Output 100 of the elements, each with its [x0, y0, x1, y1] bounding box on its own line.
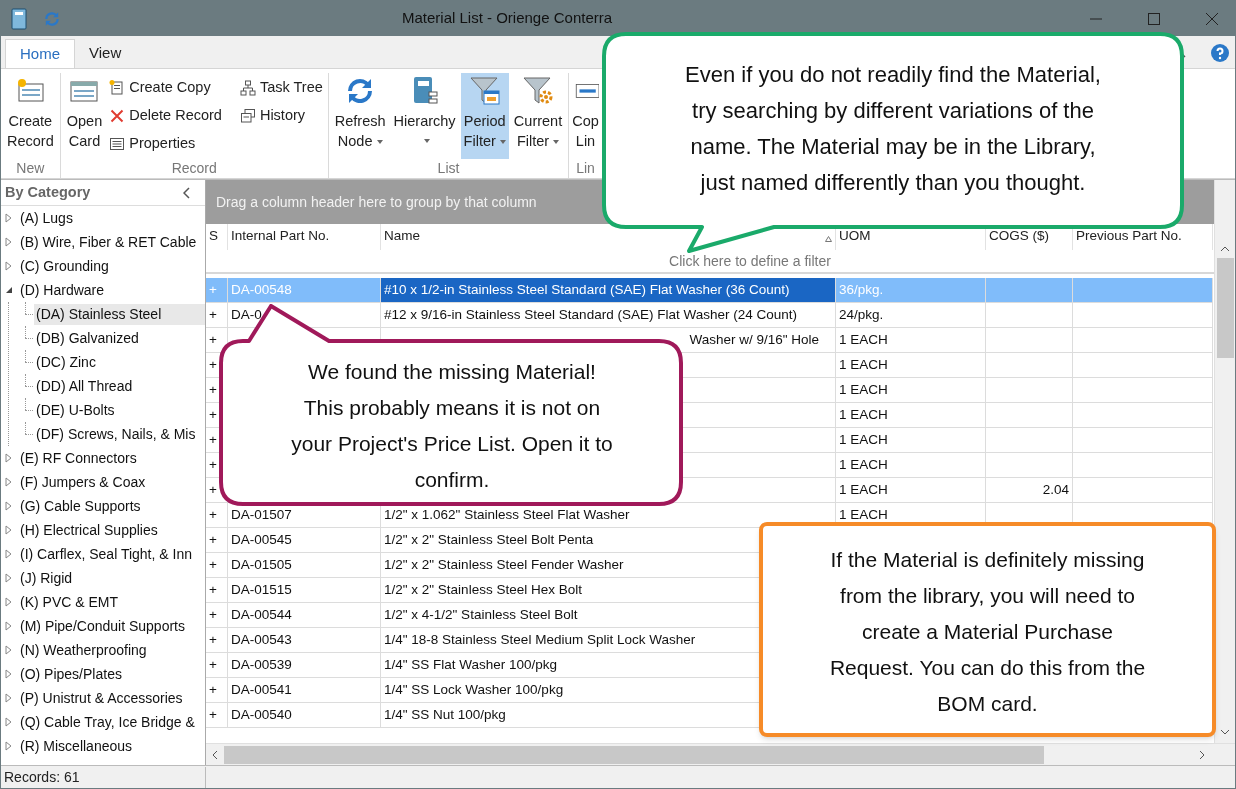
tree-item[interactable]: (K) PVC & EMT: [20, 591, 118, 613]
collapsed-icon[interactable]: [5, 525, 13, 535]
tree-item[interactable]: (J) Rigid: [20, 567, 73, 589]
collapsed-icon[interactable]: [5, 261, 13, 271]
table-cell: DA-00543: [228, 628, 381, 653]
group-label: Lin: [576, 159, 595, 177]
filter-hint[interactable]: Click here to define a filter: [669, 250, 831, 272]
collapsed-icon[interactable]: [5, 645, 13, 655]
collapsed-icon[interactable]: [5, 621, 13, 631]
tree-item[interactable]: (A) Lugs: [20, 207, 73, 229]
ribbon-button[interactable]: Open Card: [63, 73, 106, 159]
tree-item[interactable]: (DB) Galvanized: [34, 327, 205, 349]
maximize-icon[interactable]: [1148, 12, 1160, 25]
tree-item[interactable]: (DD) All Thread: [34, 375, 205, 397]
ribbon-button[interactable]: Refresh Node: [331, 73, 389, 159]
table-cell: 36/pkg.: [836, 278, 986, 303]
table-cell: 1 EACH: [836, 403, 986, 428]
column-header[interactable]: Name: [384, 225, 420, 246]
collapsed-icon[interactable]: [5, 453, 13, 463]
close-icon[interactable]: [1206, 12, 1218, 25]
tree-item[interactable]: (DA) Stainless Steel: [34, 303, 205, 325]
collapsed-icon[interactable]: [5, 597, 13, 607]
ribbon-button[interactable]: Properties: [107, 131, 224, 157]
scrollbar-thumb[interactable]: [1216, 258, 1234, 358]
collapsed-icon[interactable]: [5, 501, 13, 511]
table-cell: DA-00541: [228, 678, 381, 703]
tree-item[interactable]: (I) Carflex, Seal Tight, & Inn: [20, 543, 192, 565]
delete-icon: [109, 108, 126, 124]
tree-item[interactable]: (DF) Screws, Nails, & Mis: [34, 423, 205, 445]
ribbon-button[interactable]: Create Copy: [107, 75, 224, 101]
expand-button[interactable]: +: [209, 629, 217, 651]
collapsed-icon[interactable]: [5, 693, 13, 703]
collapsed-icon[interactable]: [5, 717, 13, 727]
ribbon-button[interactable]: Hierarchy: [390, 73, 459, 159]
expand-button[interactable]: +: [209, 329, 217, 351]
expand-button[interactable]: +: [209, 654, 217, 676]
ribbon-button[interactable]: Cop Lin: [572, 73, 599, 159]
ribbon-button[interactable]: Current Filter: [510, 73, 566, 159]
group-label: New: [16, 159, 45, 177]
column-header[interactable]: Previous Part No.: [1076, 225, 1182, 246]
history-icon: [239, 108, 256, 124]
tree-item[interactable]: (DE) U-Bolts: [34, 399, 205, 421]
table-cell: 1 EACH: [836, 453, 986, 478]
tree-item[interactable]: (DC) Zinc: [34, 351, 205, 373]
expand-button[interactable]: +: [209, 304, 217, 326]
collapsed-icon[interactable]: [5, 549, 13, 559]
ribbon-button[interactable]: History: [237, 103, 325, 129]
filter-calendar-icon: [468, 75, 501, 107]
vertical-scrollbar[interactable]: [1214, 180, 1235, 743]
group-label: Record: [171, 159, 217, 177]
tree-item[interactable]: (H) Electrical Supplies: [20, 519, 158, 541]
column-header[interactable]: UOM: [839, 225, 871, 246]
collapsed-icon[interactable]: [5, 573, 13, 583]
tree-item[interactable]: (R) Miscellaneous: [20, 735, 133, 757]
tree-item[interactable]: (B) Wire, Fiber & RET Cable: [20, 231, 197, 253]
status-text: Records: 61: [1, 766, 206, 788]
collapsed-icon[interactable]: [5, 213, 13, 223]
horizontal-scrollbar[interactable]: [206, 743, 1235, 765]
expand-button[interactable]: +: [209, 479, 217, 501]
collapse-icon[interactable]: [183, 186, 191, 199]
ribbon-button[interactable]: Task Tree: [237, 75, 325, 101]
expand-button[interactable]: +: [209, 579, 217, 601]
expand-button[interactable]: +: [209, 704, 217, 726]
expand-button[interactable]: +: [209, 454, 217, 476]
tree-item[interactable]: (G) Cable Supports: [20, 495, 141, 517]
table-cell: #12 x 9/16-in Stainless Steel Standard (SAE) Flat Washer (24 Count): [381, 303, 836, 328]
tree-item[interactable]: (P) Unistrut & Accessories: [20, 687, 183, 709]
expand-button[interactable]: +: [209, 554, 217, 576]
tree-item[interactable]: (M) Pipe/Conduit Supports: [20, 615, 185, 637]
column-header[interactable]: S: [209, 225, 218, 246]
tree-item[interactable]: (F) Jumpers & Coax: [20, 471, 146, 493]
expand-button[interactable]: +: [209, 379, 217, 401]
ribbon-tab[interactable]: Home: [5, 39, 75, 68]
column-header[interactable]: COGS ($): [989, 225, 1049, 246]
tree-item[interactable]: (C) Grounding: [20, 255, 109, 277]
tree-item[interactable]: (O) Pipes/Plates: [20, 663, 122, 685]
tree-item[interactable]: (E) RF Connectors: [20, 447, 137, 469]
expand-button[interactable]: +: [209, 429, 217, 451]
expand-button[interactable]: +: [209, 404, 217, 426]
expand-button[interactable]: +: [209, 354, 217, 376]
ribbon-button[interactable]: Delete Record: [107, 103, 224, 129]
expanded-icon[interactable]: [5, 285, 13, 295]
ribbon-button[interactable]: Period Filter: [460, 73, 509, 159]
collapsed-icon[interactable]: [5, 669, 13, 679]
expand-button[interactable]: +: [209, 679, 217, 701]
tree-item[interactable]: (Q) Cable Tray, Ice Bridge &: [20, 711, 195, 733]
collapsed-icon[interactable]: [5, 477, 13, 487]
ribbon-button[interactable]: Create Record: [4, 73, 57, 159]
column-header[interactable]: Internal Part No.: [231, 225, 330, 246]
ribbon-tab[interactable]: View: [75, 39, 136, 68]
collapsed-icon[interactable]: [5, 741, 13, 751]
scrollbar-thumb[interactable]: [224, 745, 1044, 764]
table-cell: DA-00544: [228, 603, 381, 628]
expand-button[interactable]: +: [209, 604, 217, 626]
collapsed-icon[interactable]: [5, 237, 13, 247]
tree-item[interactable]: (N) Weatherproofing: [20, 639, 147, 661]
expand-button[interactable]: +: [209, 529, 217, 551]
help-icon[interactable]: [1211, 44, 1229, 62]
expand-button[interactable]: +: [209, 504, 217, 526]
tree-item[interactable]: (D) Hardware: [20, 279, 104, 301]
